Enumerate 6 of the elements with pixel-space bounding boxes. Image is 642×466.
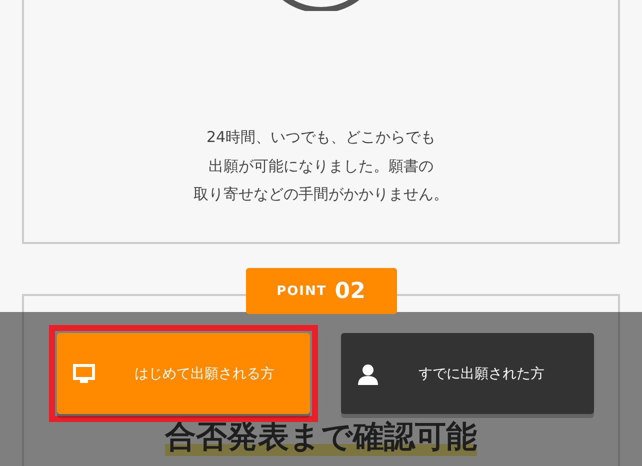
badge-number: 02 [334,278,366,304]
badge-word: POINT [276,284,327,298]
description-text: 24時間、いつでも、どこからでも 出願が可能になりました。願書の 取り寄せなどの手間がかかりません。 [194,127,448,205]
apply-button[interactable]: すでに出願された方 [340,333,594,414]
monitor-icon [72,364,94,384]
person-icon [356,362,378,384]
